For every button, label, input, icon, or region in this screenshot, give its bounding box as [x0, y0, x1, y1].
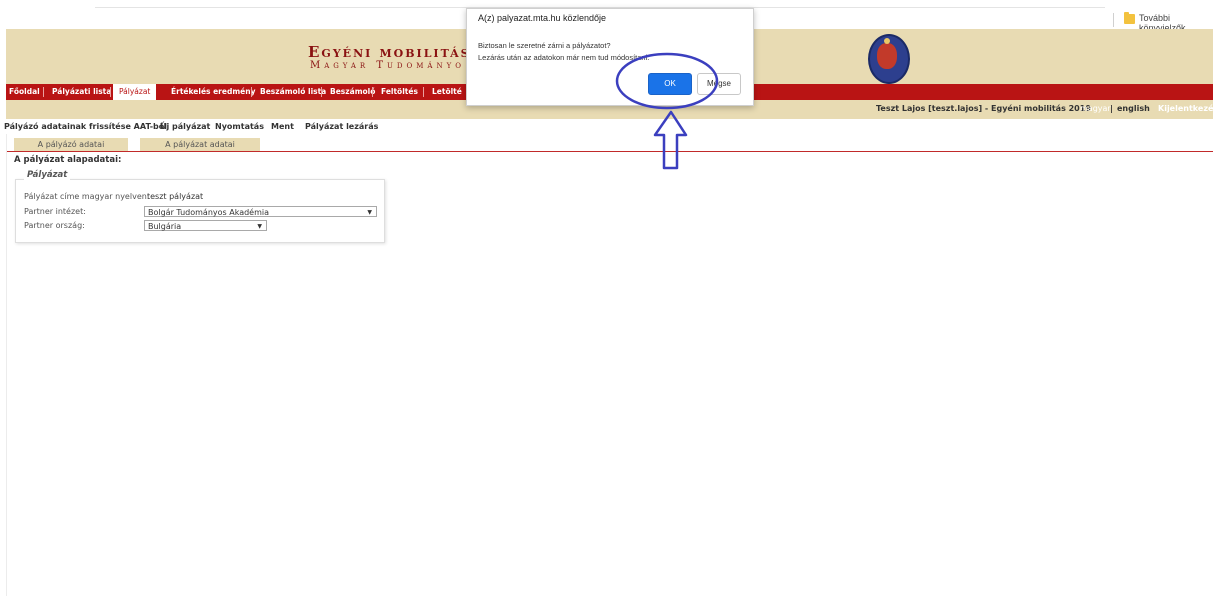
new-application-button[interactable]: Új pályázat: [160, 122, 210, 131]
dialog-message-line2: Lezárás után az adatokon már nem tud mód…: [478, 53, 650, 62]
nav-item-download[interactable]: Letölté: [432, 84, 462, 100]
lang-english-link[interactable]: english: [1117, 104, 1150, 113]
logout-link[interactable]: Kijelentkezés: [1158, 104, 1213, 113]
dialog-title: A(z) palyazat.mta.hu közlendője: [478, 13, 607, 23]
nav-item-upload[interactable]: Feltöltés: [381, 84, 418, 100]
tab-application-data[interactable]: A pályázat adatai: [140, 138, 260, 151]
tab-applicant-data[interactable]: A pályázó adatai: [14, 138, 128, 151]
field-value-title: teszt pályázat: [147, 192, 204, 201]
nav-item-evaluation-result[interactable]: Értékelés eredmény: [171, 84, 255, 100]
partner-institution-select[interactable]: Bolgár Tudományos Akadémia ▼: [144, 206, 377, 217]
crest-crown: [884, 38, 890, 44]
nav-separator: [43, 87, 44, 97]
nav-item-application-list[interactable]: Pályázati lista: [52, 84, 111, 100]
nav-separator: [251, 87, 252, 97]
ok-button[interactable]: OK: [648, 73, 692, 95]
site-subtitle: Magyar Tudományo: [310, 60, 465, 71]
field-label-partner-country: Partner ország:: [24, 221, 85, 230]
field-label-title: Pályázat címe magyar nyelven:: [24, 192, 150, 201]
close-application-button[interactable]: Pályázat lezárás: [305, 122, 378, 131]
nav-separator: [372, 87, 373, 97]
crest-shield: [877, 43, 897, 69]
nav-separator: [321, 87, 322, 97]
nav-item-home[interactable]: Főoldal: [9, 84, 40, 100]
nav-item-report-list[interactable]: Beszámoló lista: [260, 84, 326, 100]
lang-separator: |: [1110, 104, 1113, 113]
lang-hungarian-link[interactable]: magyar: [1080, 104, 1111, 113]
nav-item-application[interactable]: Pályázat: [113, 84, 157, 100]
field-label-partner-institution: Partner intézet:: [24, 207, 86, 216]
tabs-underline: [6, 151, 1213, 152]
chevron-down-icon: ▼: [367, 209, 372, 216]
fieldset-legend: Pályázat: [24, 170, 71, 180]
save-button[interactable]: Ment: [271, 122, 294, 131]
section-title: A pályázat alapadatai:: [14, 155, 122, 165]
bookmarks-separator: [1113, 13, 1114, 27]
cancel-button[interactable]: Mégse: [697, 73, 741, 95]
dialog-message-line1: Biztosan le szeretné zárni a pályázatot?: [478, 41, 611, 50]
print-button[interactable]: Nyomtatás: [215, 122, 264, 131]
nav-item-report[interactable]: Beszámoló: [330, 84, 375, 100]
site-title: Egyéni mobilitás: [308, 43, 471, 61]
partner-country-value: Bulgária: [148, 222, 182, 231]
current-user: Teszt Lajos [teszt.lajos] - Egyéni mobil…: [876, 104, 1091, 113]
partner-institution-value: Bolgár Tudományos Akadémia: [148, 208, 270, 217]
chevron-down-icon: ▼: [257, 223, 262, 230]
refresh-applicant-data-button[interactable]: Pályázó adatainak frissítése AAT-ből: [4, 122, 167, 131]
folder-icon[interactable]: [1124, 12, 1135, 24]
partner-country-select[interactable]: Bulgária ▼: [144, 220, 267, 231]
content-left-border: [6, 134, 7, 596]
nav-separator: [110, 87, 111, 97]
nav-separator: [423, 87, 424, 97]
